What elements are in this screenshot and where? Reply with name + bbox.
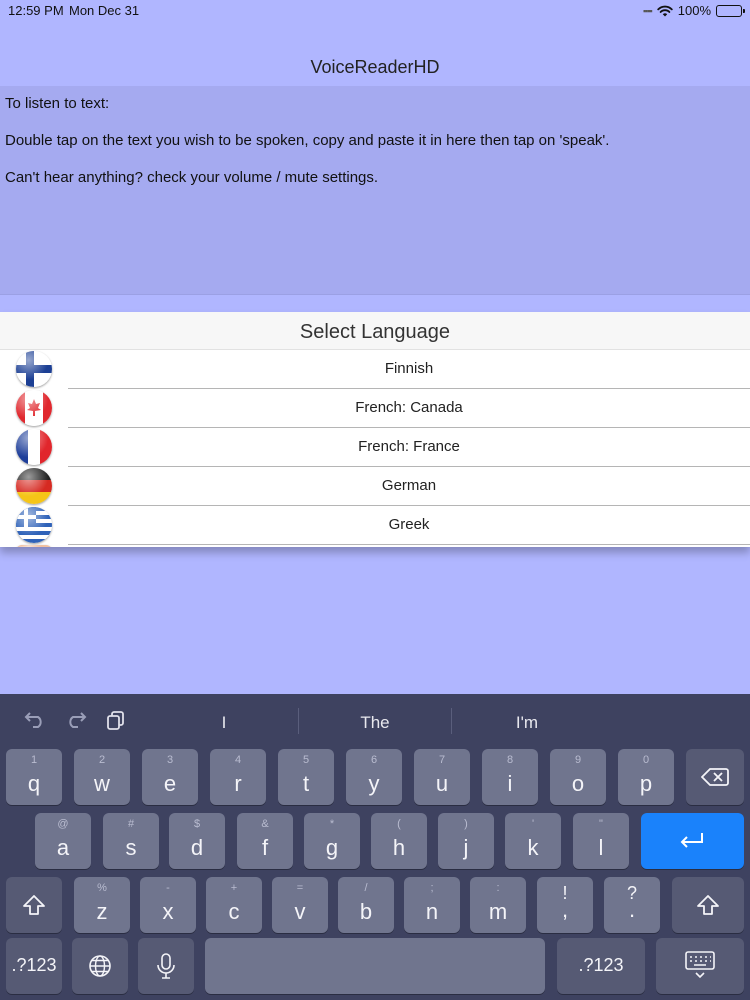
on-screen-keyboard: I The I'm 1q 2w 3e 4r 5t 6y 7u 8i 9o 0p … xyxy=(0,694,750,1000)
status-indicators: ▪▪▪▪ 100% xyxy=(642,3,745,18)
france-flag-icon xyxy=(16,429,52,465)
app-title: VoiceReaderHD xyxy=(310,57,440,77)
suggestion-1[interactable]: I xyxy=(150,694,298,746)
instruction-line-1: To listen to text: xyxy=(5,95,110,112)
key-i[interactable]: 8i xyxy=(482,749,538,805)
numbers-key-right[interactable]: .?123 xyxy=(557,938,645,994)
key-z[interactable]: % z xyxy=(74,877,130,933)
signal-icon: ▪▪▪▪ xyxy=(642,5,653,16)
key-h[interactable]: (h xyxy=(371,813,427,869)
status-time: 12:59 PM xyxy=(8,3,64,18)
status-bar: 12:59 PM Mon Dec 31 ▪▪▪▪ 100% xyxy=(0,0,750,22)
key-f[interactable]: & f xyxy=(237,813,293,869)
language-label: French: Canada xyxy=(68,389,750,428)
delete-key[interactable] xyxy=(686,749,744,805)
key-k[interactable]: ' k xyxy=(505,813,561,869)
shift-icon xyxy=(23,895,45,915)
text-input-area[interactable]: To listen to text: Double tap on the tex… xyxy=(0,86,750,295)
key-p[interactable]: 0p xyxy=(618,749,674,805)
globe-icon xyxy=(89,955,111,977)
wifi-icon xyxy=(657,5,673,16)
picker-title: Select Language xyxy=(0,312,750,350)
key-o[interactable]: 9o xyxy=(550,749,606,805)
language-row-finnish[interactable]: Finnish xyxy=(0,350,750,389)
key-question-period[interactable]: ?. xyxy=(604,877,660,933)
battery-percent: 100% xyxy=(677,3,711,18)
suggestion-bar: I The I'm xyxy=(0,694,750,746)
finland-flag-icon xyxy=(16,351,52,387)
key-q[interactable]: 1q xyxy=(6,749,62,805)
suggestion-2[interactable]: The xyxy=(299,694,451,746)
key-d[interactable]: $ d xyxy=(169,813,225,869)
language-label: Finnish xyxy=(68,350,750,389)
language-picker[interactable]: Select Language Finnish French: Canada F… xyxy=(0,312,750,547)
language-row-french-france[interactable]: French: France xyxy=(0,428,750,467)
language-label: Greek xyxy=(68,506,750,545)
germany-flag-icon xyxy=(16,468,52,504)
return-key[interactable] xyxy=(641,813,744,869)
key-exclaim-comma[interactable]: !, xyxy=(537,877,593,933)
microphone-key[interactable] xyxy=(138,938,194,994)
return-icon xyxy=(680,833,703,848)
key-s[interactable]: # s xyxy=(103,813,159,869)
language-row-greek[interactable]: Greek xyxy=(0,506,750,545)
key-y[interactable]: 6y xyxy=(346,749,402,805)
key-c[interactable]: + c xyxy=(206,877,262,933)
shift-key-right[interactable] xyxy=(672,877,744,933)
language-row-french-canada[interactable]: French: Canada xyxy=(0,389,750,428)
key-r[interactable]: 4r xyxy=(210,749,266,805)
key-m[interactable]: :m xyxy=(470,877,526,933)
space-key[interactable] xyxy=(205,938,545,994)
instruction-line-2: Double tap on the text you wish to be sp… xyxy=(5,132,610,149)
key-t[interactable]: 5t xyxy=(278,749,334,805)
keyboard-dismiss-icon xyxy=(685,951,715,979)
language-row-german[interactable]: German xyxy=(0,467,750,506)
key-n[interactable]: ; n xyxy=(404,877,460,933)
numbers-key-left[interactable]: .?123 xyxy=(6,938,62,994)
keyboard-dismiss-key[interactable] xyxy=(656,938,744,994)
greece-flag-icon xyxy=(16,507,52,543)
key-b[interactable]: / b xyxy=(338,877,394,933)
language-row-next[interactable] xyxy=(0,545,750,547)
key-x[interactable]: -x xyxy=(140,877,196,933)
next-flag-icon xyxy=(16,545,52,547)
suggestion-3[interactable]: I'm xyxy=(452,694,602,746)
paste-icon[interactable] xyxy=(106,710,126,730)
redo-icon[interactable] xyxy=(65,710,87,728)
shift-key-left[interactable] xyxy=(6,877,62,933)
status-date: Mon Dec 31 xyxy=(69,3,140,18)
canada-flag-icon xyxy=(16,390,52,426)
delete-icon xyxy=(701,768,729,786)
nav-bar: VoiceReaderHD xyxy=(0,50,750,85)
microphone-icon xyxy=(157,953,175,979)
key-j[interactable]: ) j xyxy=(438,813,494,869)
key-g[interactable]: * g xyxy=(304,813,360,869)
shift-icon xyxy=(697,895,719,915)
key-w[interactable]: 2w xyxy=(74,749,130,805)
undo-icon[interactable] xyxy=(24,710,46,728)
language-label: French: France xyxy=(68,428,750,467)
language-label: German xyxy=(68,467,750,506)
key-e[interactable]: 3e xyxy=(142,749,198,805)
globe-key[interactable] xyxy=(72,938,128,994)
battery-icon xyxy=(716,4,745,17)
key-v[interactable]: = v xyxy=(272,877,328,933)
instruction-line-3: Can't hear anything? check your volume /… xyxy=(5,169,379,186)
key-u[interactable]: 7u xyxy=(414,749,470,805)
key-l[interactable]: " l xyxy=(573,813,629,869)
key-a[interactable]: @ a xyxy=(35,813,91,869)
